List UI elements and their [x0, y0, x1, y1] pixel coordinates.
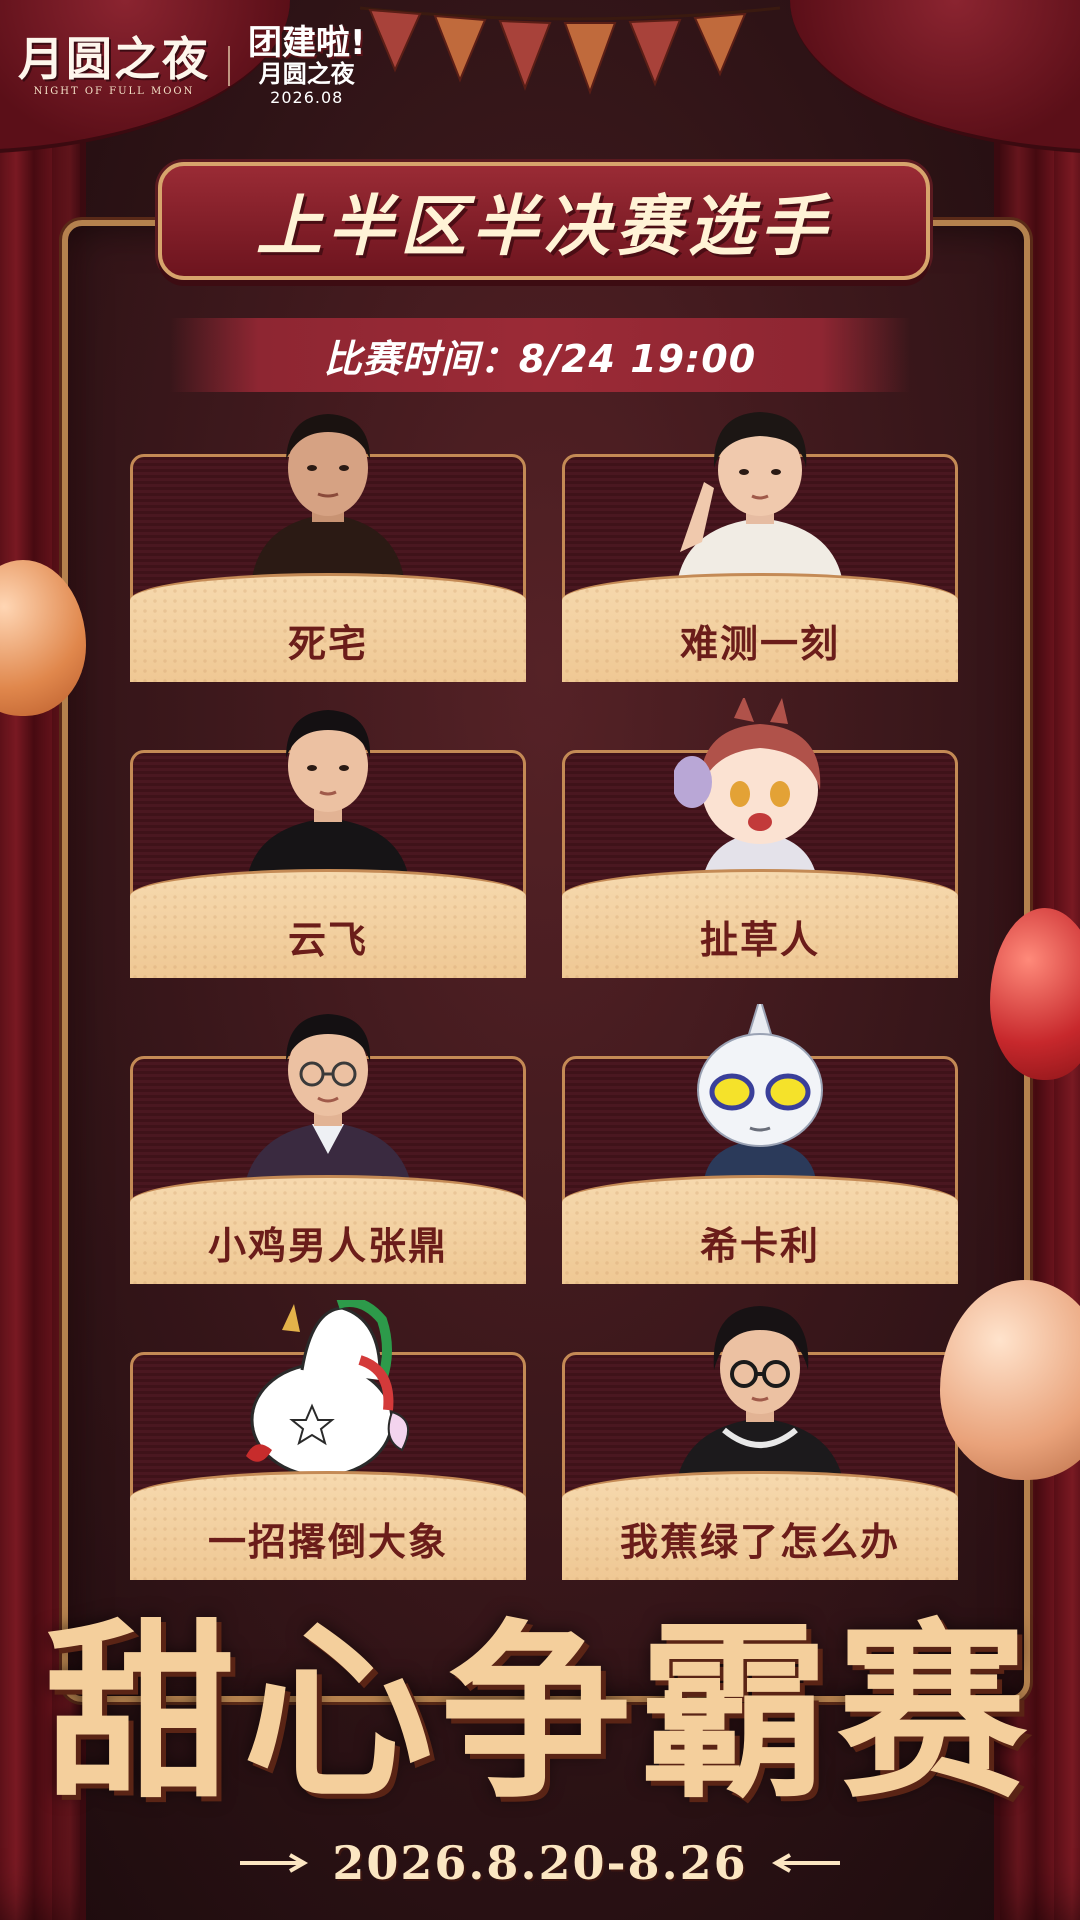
brand-divider — [228, 46, 230, 86]
game-logo: 月圆之夜 NIGHT OF FULL MOON — [18, 36, 210, 97]
player-name: 云飞 — [287, 918, 368, 962]
event-title: 甜心争霸赛 — [44, 1601, 1035, 1824]
player-name: 我蕉绿了怎么办 — [619, 1520, 900, 1564]
player-card: 一招撂倒大象 — [130, 1300, 526, 1580]
event-logo-title: 团建啦! — [248, 23, 366, 63]
player-card: 扯草人 — [562, 698, 958, 978]
player-card: 希卡利 — [562, 1004, 958, 1284]
player-card: 云飞 — [130, 710, 526, 978]
player-photo-icon — [252, 414, 404, 578]
player-photo-icon — [248, 710, 408, 874]
game-logo-subtitle: NIGHT OF FULL MOON — [33, 85, 195, 97]
cartoon-unicorn-avatar-icon — [246, 1300, 410, 1476]
player-name: 希卡利 — [699, 1224, 820, 1268]
arrow-left-icon — [771, 1853, 840, 1873]
anime-girl-avatar-icon — [674, 698, 821, 874]
player-photo-icon — [678, 412, 842, 578]
arrow-right-icon — [240, 1853, 309, 1873]
event-date-row: 2026.8.20-8.26 — [0, 1836, 1080, 1890]
ultraman-avatar-icon — [697, 1004, 823, 1180]
match-time: 比赛时间：8/24 19:00 — [323, 336, 757, 381]
player-name: 扯草人 — [699, 918, 820, 962]
page-title: 上半区半决赛选手 — [256, 188, 832, 265]
brand-header: 月圆之夜 NIGHT OF FULL MOON 团建啦! 月圆之夜 2026.0… — [18, 26, 366, 106]
player-card: 难测一刻 — [562, 412, 958, 682]
event-logo: 团建啦! 月圆之夜 2026.08 — [248, 26, 366, 106]
player-photo-icon — [678, 1306, 842, 1476]
player-card: 死宅 — [130, 414, 526, 682]
poster: 月圆之夜 NIGHT OF FULL MOON 团建啦! 月圆之夜 2026.0… — [0, 0, 1080, 1920]
match-time-strip: 比赛时间：8/24 19:00 — [170, 318, 910, 392]
event-date-range: 2026.8.20-8.26 — [332, 1836, 748, 1890]
player-name: 难测一刻 — [679, 622, 840, 666]
event-logo-subtitle: 月圆之夜 — [258, 60, 355, 88]
right-drape — [790, 0, 1080, 154]
player-name: 死宅 — [287, 622, 368, 666]
player-card: 我蕉绿了怎么办 — [562, 1306, 958, 1580]
player-name: 一招撂倒大象 — [207, 1520, 448, 1564]
bunting-flags-icon — [360, 6, 780, 95]
event-logo-date: 2026.08 — [270, 88, 344, 107]
player-photo-icon — [246, 1014, 410, 1180]
player-card: 小鸡男人张鼎 — [130, 1014, 526, 1284]
player-name: 小鸡男人张鼎 — [207, 1224, 448, 1268]
game-logo-title: 月圆之夜 — [18, 31, 210, 86]
title-banner: 上半区半决赛选手 — [158, 162, 930, 280]
